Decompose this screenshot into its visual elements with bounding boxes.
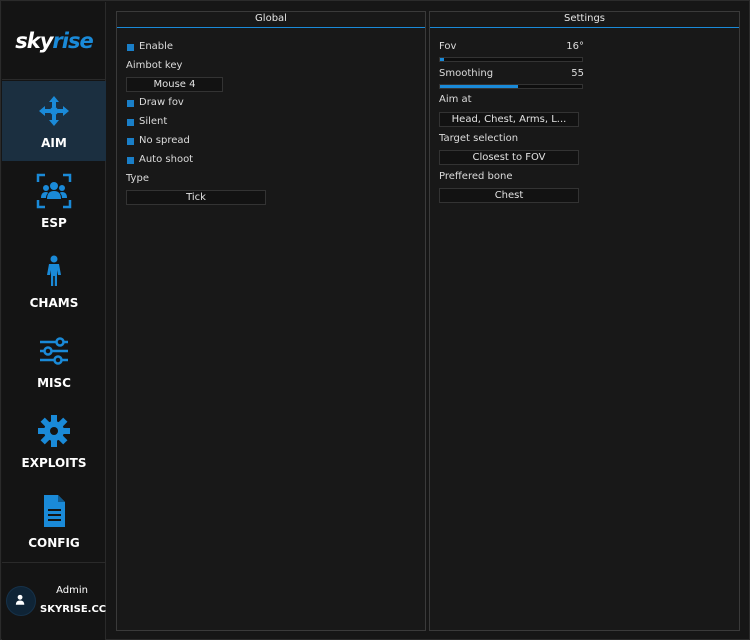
- smoothing-slider-fill: [440, 85, 518, 88]
- smoothing-label: Smoothing: [439, 68, 494, 79]
- sidebar-item-label: MISC: [37, 376, 71, 390]
- sidebar: sky rise AIM ESP CHAMS MISC EXPLOITS CON…: [2, 2, 106, 640]
- user-name: Admin: [56, 585, 88, 596]
- panel-title: Global: [117, 12, 425, 28]
- user-icon: [15, 594, 25, 605]
- gear-icon: [38, 415, 70, 447]
- logo-text-rise: rise: [52, 28, 93, 53]
- aimbot-key-label: Aimbot key: [126, 60, 183, 71]
- logo: sky rise: [2, 2, 106, 80]
- global-panel: Global Enable Aimbot key Mouse 4 Draw fo…: [116, 11, 426, 631]
- site-name: SKYRISE.CC: [40, 604, 107, 615]
- sliders-icon: [40, 337, 68, 365]
- type-dropdown[interactable]: Tick: [126, 190, 266, 205]
- sidebar-item-label: AIM: [41, 136, 67, 150]
- target-selection-dropdown[interactable]: Closest to FOV: [439, 150, 579, 165]
- crosshair-arrows-icon: [39, 96, 69, 126]
- sidebar-item-exploits[interactable]: EXPLOITS: [2, 401, 106, 481]
- smoothing-slider[interactable]: [439, 84, 583, 89]
- person-icon: [47, 255, 61, 286]
- sidebar-item-label: EXPLOITS: [21, 456, 87, 470]
- no-spread-checkbox[interactable]: [127, 138, 134, 145]
- fov-slider[interactable]: [439, 57, 583, 62]
- type-label: Type: [126, 173, 149, 184]
- sidebar-item-label: CHAMS: [29, 296, 79, 310]
- users-frame-icon: [36, 173, 72, 209]
- auto-shoot-label: Auto shoot: [139, 154, 194, 165]
- user-profile[interactable]: Admin SKYRISE.CC: [2, 562, 106, 640]
- settings-panel: Settings Fov 16° Smoothing 55 Aim at Hea…: [429, 11, 740, 631]
- silent-label: Silent: [139, 116, 168, 127]
- logo-text-sky: sky: [15, 28, 53, 53]
- sidebar-item-label: ESP: [41, 216, 67, 230]
- fov-value: 16°: [566, 41, 584, 52]
- sidebar-item-config[interactable]: CONFIG: [2, 481, 106, 561]
- sidebar-item-aim[interactable]: AIM: [2, 81, 106, 161]
- sidebar-item-chams[interactable]: CHAMS: [2, 241, 106, 321]
- sidebar-item-label: CONFIG: [28, 536, 80, 550]
- document-icon: [44, 495, 65, 527]
- target-selection-label: Target selection: [439, 133, 519, 144]
- avatar: [6, 586, 36, 616]
- aim-at-label: Aim at: [439, 94, 472, 105]
- no-spread-label: No spread: [139, 135, 190, 146]
- enable-label: Enable: [139, 41, 174, 52]
- sidebar-item-esp[interactable]: ESP: [2, 161, 106, 241]
- smoothing-value: 55: [571, 68, 584, 79]
- auto-shoot-checkbox[interactable]: [127, 157, 134, 164]
- draw-fov-checkbox[interactable]: [127, 100, 134, 107]
- preferred-bone-dropdown[interactable]: Chest: [439, 188, 579, 203]
- aimbot-key-button[interactable]: Mouse 4: [126, 77, 223, 92]
- fov-slider-fill: [440, 58, 444, 61]
- draw-fov-label: Draw fov: [139, 97, 184, 108]
- window: sky rise AIM ESP CHAMS MISC EXPLOITS CON…: [0, 0, 750, 640]
- sidebar-item-misc[interactable]: MISC: [2, 321, 106, 401]
- fov-label: Fov: [439, 41, 457, 52]
- aim-at-dropdown[interactable]: Head, Chest, Arms, L...: [439, 112, 579, 127]
- enable-checkbox[interactable]: [127, 44, 134, 51]
- preferred-bone-label: Preffered bone: [439, 171, 513, 182]
- silent-checkbox[interactable]: [127, 119, 134, 126]
- panel-title: Settings: [430, 12, 739, 28]
